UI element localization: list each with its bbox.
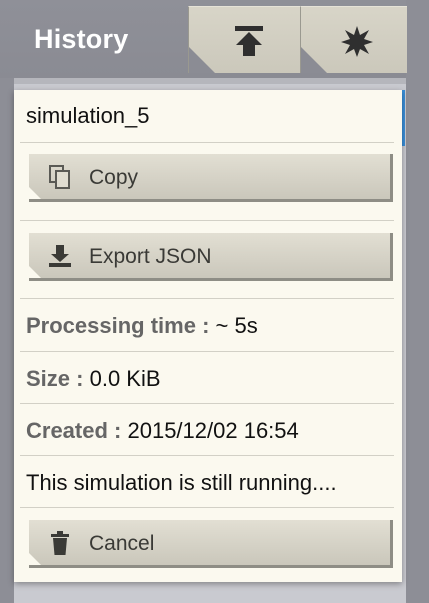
size-value: 0.0 KiB — [89, 366, 161, 391]
created-value: 2015/12/02 16:54 — [127, 418, 299, 443]
created-label: Created : — [26, 418, 122, 443]
upload-icon — [229, 21, 269, 61]
copy-icon — [47, 164, 73, 190]
status-text: This simulation is still running.... — [26, 470, 337, 495]
created-row: Created : 2015/12/02 16:54 — [20, 404, 394, 456]
cancel-button-label: Cancel — [89, 532, 155, 555]
size-row: Size : 0.0 KiB — [20, 352, 394, 404]
download-icon — [47, 243, 73, 269]
export-row: Export JSON — [20, 221, 394, 299]
cancel-button[interactable]: Cancel — [29, 520, 393, 568]
header-title: History — [34, 24, 129, 54]
tab-star[interactable] — [300, 6, 407, 73]
status-row: This simulation is still running.... — [20, 456, 394, 508]
copy-row: Copy — [20, 143, 394, 221]
copy-button-label: Copy — [89, 166, 139, 189]
export-json-button-label: Export JSON — [89, 245, 212, 268]
processing-time-value: ~ 5s — [215, 313, 258, 338]
simulation-name-row: simulation_5 — [20, 90, 394, 143]
selection-accent-edge — [402, 90, 405, 146]
trash-icon — [47, 530, 73, 556]
cancel-row: Cancel — [20, 508, 394, 582]
copy-button[interactable]: Copy — [29, 154, 393, 202]
processing-time-row: Processing time : ~ 5s — [20, 299, 394, 352]
size-label: Size : — [26, 366, 84, 391]
processing-time-label: Processing time : — [26, 313, 210, 338]
export-json-button[interactable]: Export JSON — [29, 233, 393, 281]
background-panel-top — [14, 78, 406, 84]
star-icon — [337, 21, 377, 61]
tab-upload[interactable] — [188, 6, 301, 73]
simulation-name: simulation_5 — [26, 103, 150, 128]
simulation-details-popup: simulation_5 Copy Export JSON Processing… — [14, 90, 402, 582]
header-bar: History — [0, 0, 407, 78]
